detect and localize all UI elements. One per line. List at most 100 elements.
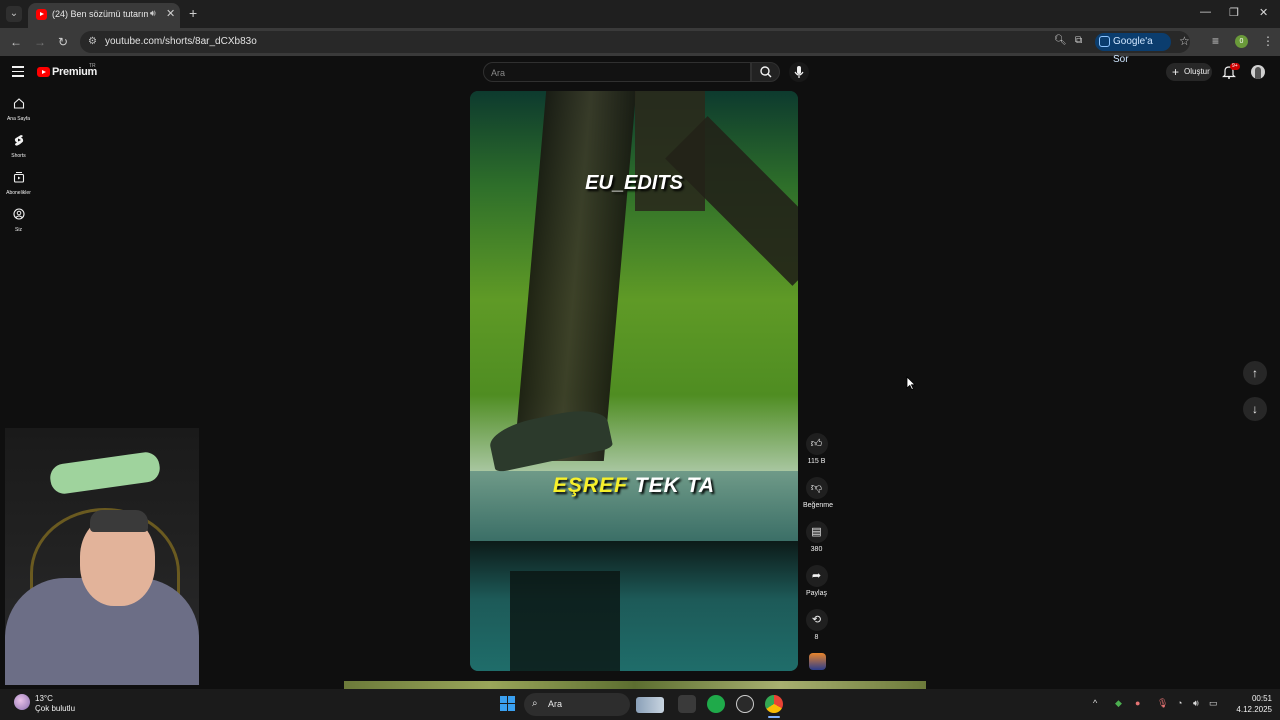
- wifi-icon[interactable]: ◔: [1177, 698, 1182, 708]
- subtitle-text: TEK TA: [634, 474, 716, 497]
- new-tab-icon[interactable]: +: [189, 6, 197, 20]
- share-arrow-icon: ➦: [805, 565, 828, 587]
- tray-app-icon[interactable]: ●: [1135, 698, 1140, 708]
- webcam-guitar: [48, 450, 162, 496]
- webcam-overlay: [5, 428, 199, 685]
- whatsapp-icon[interactable]: [707, 695, 725, 713]
- site-info-icon[interactable]: ⚙: [88, 36, 97, 47]
- previous-short-button[interactable]: ↑: [1243, 361, 1267, 385]
- profile-avatar[interactable]: 0: [1235, 35, 1248, 48]
- active-app-indicator: [768, 716, 780, 718]
- mouse-cursor-icon: [906, 376, 916, 391]
- microphone-icon[interactable]: 🎙︎: [1157, 698, 1168, 709]
- notification-badge: 9+: [1230, 63, 1240, 70]
- tray-app-icon[interactable]: ◆: [1115, 698, 1122, 709]
- search-icon: ⌕: [532, 698, 538, 709]
- video-reflection: [510, 571, 620, 671]
- comment-count: 380: [810, 546, 823, 553]
- next-short-button[interactable]: ↓: [1243, 397, 1267, 421]
- youtube-favicon-icon: [36, 9, 47, 20]
- tab-search-menu-icon[interactable]: ⌄: [6, 6, 22, 22]
- media-controls-icon[interactable]: ≡: [1212, 34, 1219, 48]
- subscriptions-icon: [13, 172, 24, 183]
- sidebar-item-label: Siz: [15, 227, 22, 233]
- address-bar[interactable]: ⚙ youtube.com/shorts/8ar_dCXb83o 🔍︎ ⧉ Go…: [80, 31, 1190, 65]
- taskbar-search-label: Ara: [548, 699, 563, 709]
- start-button[interactable]: [500, 696, 515, 711]
- tab-close-icon[interactable]: ✕: [166, 7, 175, 20]
- background-video-strip: [344, 681, 926, 689]
- voice-search-button[interactable]: [789, 62, 809, 82]
- sidebar-item-subscriptions[interactable]: Abonelikler: [0, 170, 37, 196]
- search-button[interactable]: [751, 62, 780, 82]
- chrome-icon[interactable]: [765, 695, 783, 713]
- browser-toolbar: ← → ↻ ⚙ youtube.com/shorts/8ar_dCXb83o 🔍…: [0, 28, 1280, 65]
- comments-button[interactable]: ▤ 380: [803, 521, 830, 553]
- reload-icon[interactable]: ↻: [58, 35, 68, 49]
- google-lens-icon: [1099, 36, 1110, 47]
- search-highlight-icon: [636, 697, 664, 713]
- search-icon: [760, 66, 772, 78]
- app-icon[interactable]: [736, 695, 754, 713]
- thumbs-up-icon: 👍︎: [805, 433, 828, 455]
- logo-region: TR: [89, 63, 96, 69]
- plus-icon: +: [1172, 65, 1180, 79]
- sidebar-item-label: Abonelikler: [6, 190, 31, 196]
- forward-icon[interactable]: →: [34, 35, 46, 49]
- thumbs-down-icon: 👎︎: [805, 477, 828, 499]
- shorts-video-player[interactable]: EU_EDITS EŞREF TEK TA: [470, 91, 798, 671]
- account-avatar[interactable]: [1251, 65, 1265, 79]
- remix-count: 8: [814, 634, 819, 641]
- arrow-down-icon: ↓: [1252, 402, 1258, 416]
- weather-desc: Çok bulutlu: [35, 704, 76, 713]
- shorts-icon: [14, 135, 23, 146]
- dislike-label: Beğenme: [803, 502, 833, 509]
- browser-tab-bar: ⌄ (24) Ben sözümü tutarım # 🔊︎ ✕ + — ❐ ✕: [0, 0, 1280, 28]
- comment-icon: ▤: [805, 521, 828, 543]
- youtube-play-logo-icon: [37, 67, 50, 77]
- window-close-icon[interactable]: ✕: [1259, 6, 1268, 19]
- microphone-icon: [794, 66, 804, 78]
- task-view-icon[interactable]: [678, 695, 696, 713]
- sidebar-item-home[interactable]: Ana Sayfa: [0, 96, 37, 122]
- browser-menu-icon[interactable]: ⋮: [1262, 34, 1274, 48]
- zoom-icon[interactable]: 🔍︎: [1054, 35, 1067, 46]
- sidebar-item-label: Ana Sayfa: [6, 116, 31, 122]
- windows-logo-icon: [500, 696, 507, 703]
- home-icon: [13, 98, 24, 109]
- webcam-person-cap: [90, 510, 148, 532]
- hamburger-menu-icon[interactable]: [12, 66, 24, 80]
- create-button[interactable]: + Oluştur: [1166, 63, 1212, 81]
- restore-icon[interactable]: ❐: [1229, 6, 1239, 19]
- tray-overflow-icon[interactable]: ^: [1093, 698, 1097, 708]
- weather-temp: 13°C: [35, 694, 53, 703]
- taskbar-search[interactable]: ⌕ Ara: [524, 693, 664, 716]
- arrow-up-icon: ↑: [1252, 366, 1258, 380]
- dislike-button[interactable]: 👎︎ Beğenme: [803, 477, 833, 509]
- search-input[interactable]: [491, 66, 741, 79]
- video-watermark: EU_EDITS: [585, 172, 683, 194]
- create-label: Oluştur: [1184, 67, 1210, 76]
- google-ask-label: Google'a Sor: [1113, 36, 1153, 65]
- cloudy-weather-icon: [14, 694, 30, 710]
- sidebar-item-you[interactable]: Siz: [0, 207, 37, 233]
- browser-tab-active[interactable]: (24) Ben sözümü tutarım # 🔊︎ ✕: [28, 3, 180, 28]
- windows-taskbar: 13°C Çok bulutlu ⌕ Ara ^ ◆ ● 🎙︎ ◔ 🔊︎ ▭ 0…: [0, 689, 1280, 720]
- tab-audio-icon[interactable]: 🔊︎: [150, 8, 156, 19]
- google-ask-button[interactable]: Google'a Sor: [1095, 33, 1171, 65]
- bookmark-star-icon[interactable]: ☆: [1179, 34, 1190, 48]
- sidebar-item-shorts[interactable]: Shorts: [0, 133, 37, 159]
- remix-button[interactable]: ⟲ 8: [803, 609, 830, 641]
- install-app-icon[interactable]: ⧉: [1075, 35, 1082, 46]
- share-label: Paylaş: [805, 590, 827, 597]
- volume-icon[interactable]: 🔊︎: [1193, 698, 1199, 709]
- minimize-icon[interactable]: —: [1200, 6, 1211, 18]
- share-button[interactable]: ➦ Paylaş: [803, 565, 830, 597]
- back-icon[interactable]: ←: [10, 35, 22, 49]
- battery-icon[interactable]: ▭: [1209, 698, 1218, 709]
- url-text[interactable]: youtube.com/shorts/8ar_dCXb83o: [105, 36, 257, 47]
- sound-thumbnail[interactable]: [809, 653, 826, 670]
- like-button[interactable]: 👍︎ 115 B: [803, 433, 830, 465]
- video-subtitle: EŞREF TEK TA: [470, 474, 798, 498]
- subtitle-highlight: EŞREF: [552, 474, 628, 497]
